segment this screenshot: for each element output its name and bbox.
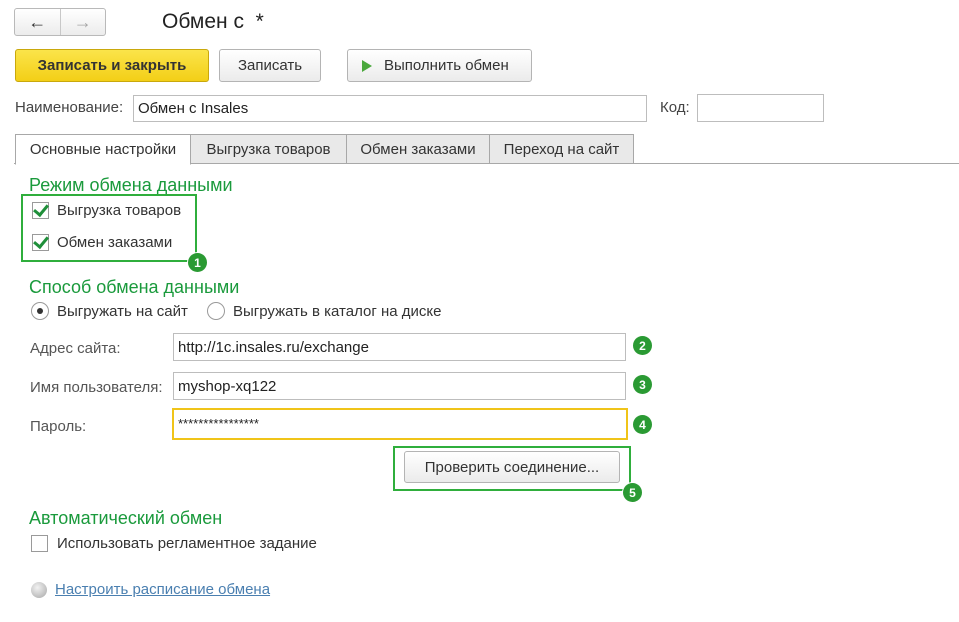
checkmark-icon bbox=[33, 200, 49, 217]
save-and-close-button[interactable]: Записать и закрыть bbox=[15, 49, 209, 82]
check-connection-button[interactable]: Проверить соединение... bbox=[404, 451, 620, 483]
tab-go-to-site[interactable]: Переход на сайт bbox=[489, 134, 634, 164]
use-scheduled-job-checkbox[interactable] bbox=[31, 535, 48, 552]
export-goods-label: Выгрузка товаров bbox=[57, 202, 182, 219]
arrow-left-icon[interactable]: ← bbox=[15, 9, 61, 35]
upload-to-disk-label: Выгружать в каталог на диске bbox=[233, 303, 442, 320]
schedule-icon bbox=[31, 582, 47, 598]
export-goods-checkbox[interactable] bbox=[32, 200, 49, 219]
code-field[interactable] bbox=[697, 94, 824, 122]
site-address-field[interactable]: http://1c.insales.ru/exchange bbox=[173, 333, 626, 361]
code-label: Код: bbox=[660, 99, 690, 116]
upload-to-site-label: Выгружать на сайт bbox=[57, 303, 188, 320]
badge-2: 2 bbox=[633, 336, 652, 355]
upload-to-site-radio[interactable] bbox=[31, 302, 49, 320]
site-address-label: Адрес сайта: bbox=[30, 340, 121, 357]
execute-exchange-label: Выполнить обмен bbox=[384, 57, 509, 74]
tab-order-exchange[interactable]: Обмен заказами bbox=[346, 134, 490, 164]
badge-3: 3 bbox=[633, 375, 652, 394]
tab-export-goods[interactable]: Выгрузка товаров bbox=[190, 134, 347, 164]
password-label: Пароль: bbox=[30, 418, 87, 435]
exchange-orders-checkbox[interactable] bbox=[32, 232, 49, 251]
upload-to-disk-radio[interactable] bbox=[207, 302, 225, 320]
page-title: Обмен с * bbox=[162, 10, 264, 33]
badge-4: 4 bbox=[633, 415, 652, 434]
auto-group-title: Автоматический обмен bbox=[29, 508, 223, 528]
name-label: Наименование: bbox=[15, 99, 124, 116]
save-button[interactable]: Записать bbox=[219, 49, 321, 82]
arrow-right-icon[interactable]: → bbox=[61, 9, 106, 35]
password-field[interactable]: **************** bbox=[172, 408, 628, 440]
badge-1: 1 bbox=[188, 253, 207, 272]
tab-main-settings[interactable]: Основные настройки bbox=[15, 134, 191, 165]
setup-schedule-link[interactable]: Настроить расписание обмена bbox=[55, 581, 270, 598]
name-field[interactable]: Обмен с Insales bbox=[133, 95, 647, 122]
username-label: Имя пользователя: bbox=[30, 379, 163, 396]
execute-exchange-button[interactable]: Выполнить обмен bbox=[347, 49, 532, 82]
play-icon bbox=[362, 59, 372, 72]
radio-selected-dot bbox=[37, 308, 43, 314]
username-field[interactable]: myshop-xq122 bbox=[173, 372, 626, 400]
exchange-orders-label: Обмен заказами bbox=[57, 234, 173, 251]
method-group-title: Способ обмена данными bbox=[29, 277, 240, 297]
navigation-buttons: ← → bbox=[14, 8, 106, 36]
mode-group-title: Режим обмена данными bbox=[29, 175, 233, 195]
badge-5: 5 bbox=[623, 483, 642, 502]
checkmark-icon bbox=[33, 232, 49, 249]
use-scheduled-job-label: Использовать регламентное задание bbox=[57, 535, 317, 552]
